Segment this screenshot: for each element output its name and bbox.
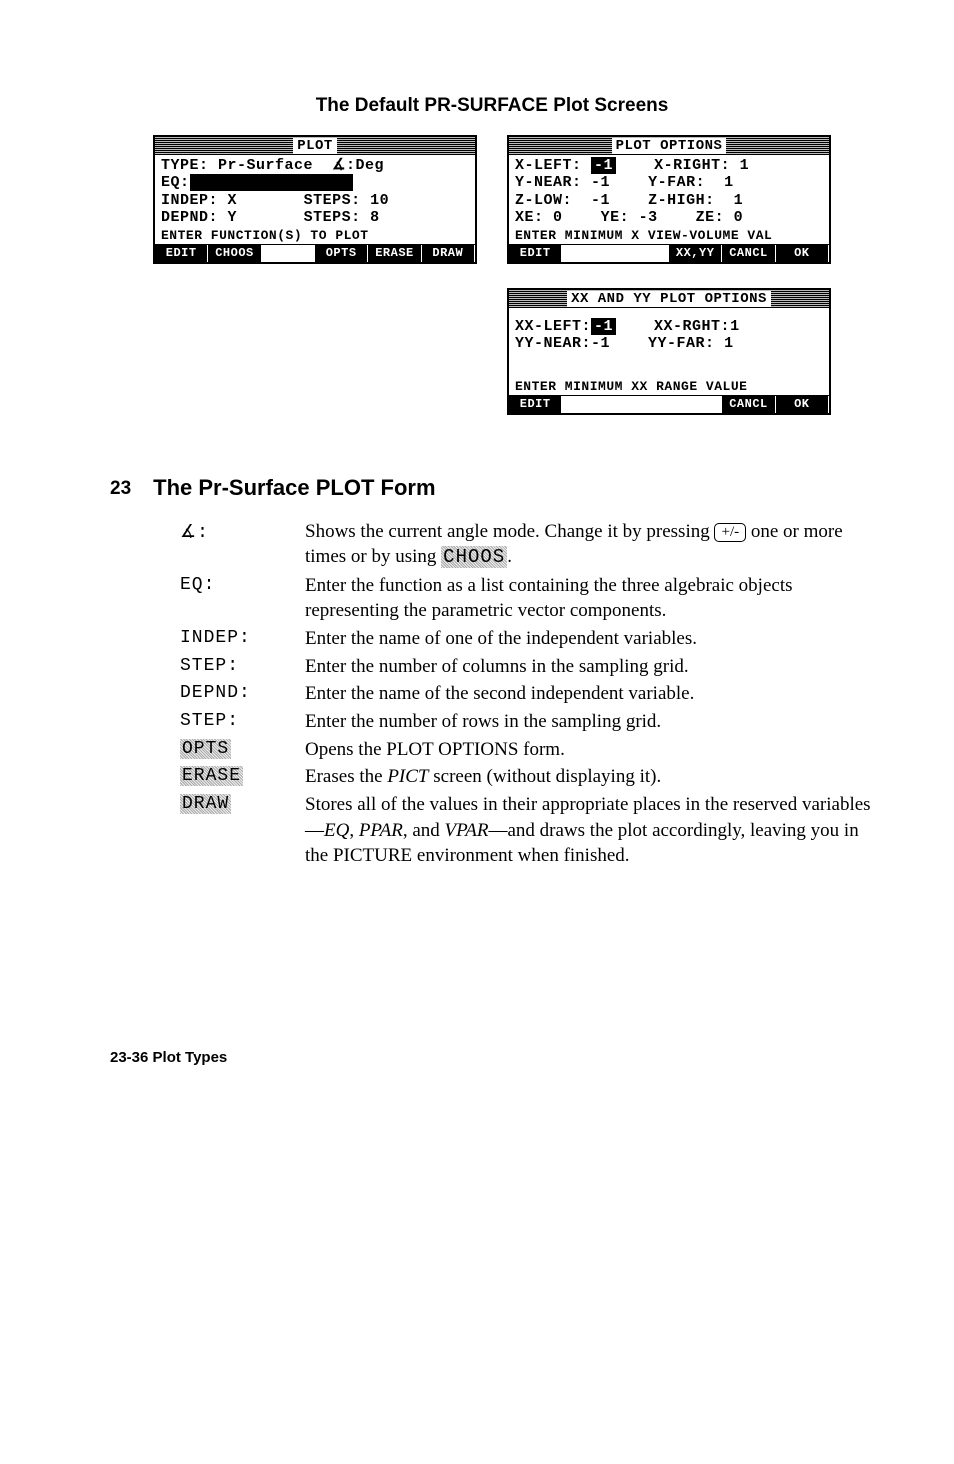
page-title: The Default PR-SURFACE Plot Screens	[110, 95, 874, 117]
softkey-blank	[616, 245, 669, 262]
indep-steps-value: 10	[370, 192, 389, 209]
softkey-blank	[616, 396, 669, 413]
zhigh-label: Z-HIGH:	[648, 192, 715, 209]
row-draw-text: Stores all of the values in their approp…	[305, 792, 874, 869]
options-softkeys: EDIT XX,YY CANCL OK	[509, 244, 829, 262]
ynear-label: Y-NEAR:	[515, 174, 582, 191]
screen-xxyy-options: XX AND YY PLOT OPTIONS XX-LEFT:-1 XX-RGH…	[507, 288, 831, 415]
row-step1-label: STEP:	[180, 654, 305, 680]
xe-value: 0	[553, 209, 563, 226]
indep-steps-label: STEPS:	[304, 192, 361, 209]
options-status: ENTER MINIMUM X VIEW-VOLUME VAL	[509, 228, 829, 244]
row-erase-label: ERASE	[180, 764, 305, 790]
yynear-value: -1	[591, 335, 610, 352]
softkey-blank	[669, 396, 722, 413]
xxyy-softkeys: EDIT CANCL OK	[509, 395, 829, 413]
section-number: 23	[110, 475, 131, 515]
angle-value: Deg	[356, 157, 385, 174]
row-depnd-label: DEPND:	[180, 681, 305, 707]
screen-xxyy-title: XX AND YY PLOT OPTIONS	[567, 291, 771, 307]
xleft-value: -1	[591, 157, 616, 174]
yyfar-value: 1	[724, 335, 734, 352]
xleft-label: X-LEFT:	[515, 157, 582, 174]
zlow-value: -1	[591, 192, 610, 209]
section-title: The Pr-Surface PLOT Form	[153, 475, 874, 501]
xe-label: XE:	[515, 209, 544, 226]
eq-label: EQ:	[161, 174, 190, 191]
xxleft-value: -1	[591, 318, 616, 335]
screen-plot: PLOT TYPE: Pr-Surface ∡:Deg EQ: INDEP: X	[153, 135, 477, 264]
depnd-steps-value: 8	[370, 209, 380, 226]
row-depnd-text: Enter the name of the second independent…	[305, 681, 874, 707]
row-opts-text: Opens the PLOT OPTIONS form.	[305, 737, 874, 763]
plot-status: ENTER FUNCTION(S) TO PLOT	[155, 228, 475, 244]
row-eq-label: EQ:	[180, 573, 305, 624]
page-footer: 23-36 Plot Types	[110, 1049, 874, 1066]
plot-softkeys: EDIT CHOOS OPTS ERASE DRAW	[155, 244, 475, 262]
softkey-draw[interactable]: DRAW	[422, 245, 475, 262]
xright-value: 1	[740, 157, 750, 174]
type-value: Pr-Surface	[218, 157, 313, 174]
row-erase-text: Erases the PICT screen (without displayi…	[305, 764, 874, 790]
row-angle-text: Shows the current angle mode. Change it …	[305, 519, 874, 571]
depnd-value: Y	[228, 209, 238, 226]
softkey-choos[interactable]: CHOOS	[208, 245, 261, 262]
row-step2-label: STEP:	[180, 709, 305, 735]
ze-label: ZE:	[696, 209, 725, 226]
screen-plot-title: PLOT	[293, 138, 337, 154]
row-opts-label: OPTS	[180, 737, 305, 763]
xright-label: X-RIGHT:	[654, 157, 730, 174]
xxyy-status: ENTER MINIMUM XX RANGE VALUE	[509, 379, 829, 395]
yfar-value: 1	[724, 174, 734, 191]
type-label: TYPE:	[161, 157, 209, 174]
menu-choos: CHOOS	[441, 546, 507, 568]
screen-options-title: PLOT OPTIONS	[612, 138, 727, 154]
softkey-edit[interactable]: EDIT	[509, 396, 562, 413]
softkey-edit[interactable]: EDIT	[509, 245, 562, 262]
xxrght-label: XX-RGHT:	[654, 318, 730, 335]
ynear-value: -1	[591, 174, 610, 191]
row-step2-text: Enter the number of rows in the sampling…	[305, 709, 874, 735]
row-angle-label: ∡:	[180, 519, 305, 571]
ze-value: 0	[734, 209, 744, 226]
softkey-cancl[interactable]: CANCL	[722, 396, 775, 413]
xxrght-value: 1	[730, 318, 740, 335]
softkey-erase[interactable]: ERASE	[368, 245, 421, 262]
yfar-label: Y-FAR:	[648, 174, 705, 191]
row-draw-label: DRAW	[180, 792, 305, 869]
row-indep-label: INDEP:	[180, 626, 305, 652]
depnd-steps-label: STEPS:	[304, 209, 361, 226]
row-eq-text: Enter the function as a list containing …	[305, 573, 874, 624]
xxleft-label: XX-LEFT:	[515, 318, 591, 335]
zhigh-value: 1	[734, 192, 744, 209]
softkey-opts[interactable]: OPTS	[315, 245, 368, 262]
ye-label: YE:	[601, 209, 630, 226]
row-indep-text: Enter the name of one of the independent…	[305, 626, 874, 652]
softkey-ok[interactable]: OK	[776, 396, 829, 413]
softkey-cancl[interactable]: CANCL	[722, 245, 775, 262]
yyfar-label: YY-FAR:	[648, 335, 715, 352]
ye-value: -3	[639, 209, 658, 226]
indep-label: INDEP:	[161, 192, 218, 209]
row-step1-text: Enter the number of columns in the sampl…	[305, 654, 874, 680]
zlow-label: Z-LOW:	[515, 192, 572, 209]
softkey-xxyy[interactable]: XX,YY	[669, 245, 722, 262]
screen-plot-options: PLOT OPTIONS X-LEFT: -1 X-RIGHT: 1 Y-NEA…	[507, 135, 831, 264]
yynear-label: YY-NEAR:	[515, 335, 591, 352]
softkey-blank	[562, 396, 615, 413]
depnd-label: DEPND:	[161, 209, 218, 226]
softkey-ok[interactable]: OK	[776, 245, 829, 262]
softkey-blank	[262, 245, 315, 262]
softkey-edit[interactable]: EDIT	[155, 245, 208, 262]
softkey-blank	[562, 245, 615, 262]
angle-label: ∡:	[332, 157, 355, 174]
key-plus-minus: +/-	[714, 523, 746, 543]
indep-value: X	[228, 192, 238, 209]
eq-value	[190, 174, 353, 191]
